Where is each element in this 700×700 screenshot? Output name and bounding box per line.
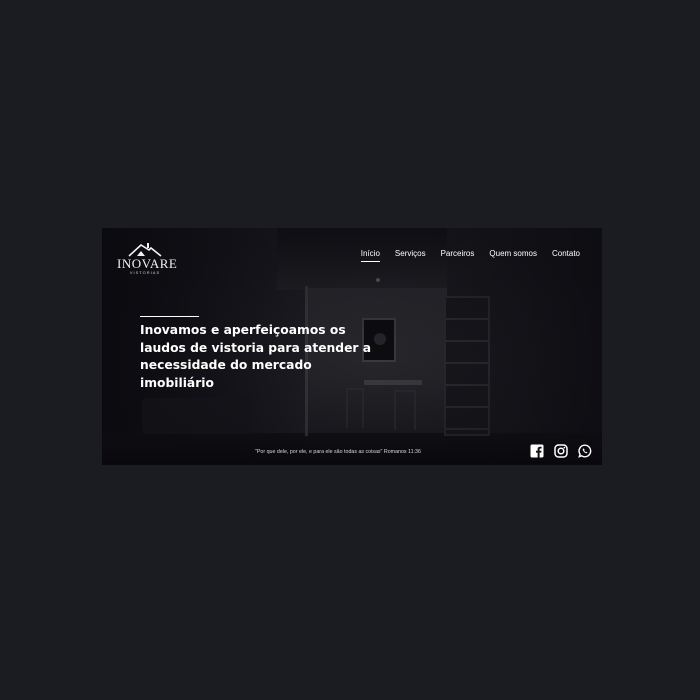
social-links bbox=[530, 444, 592, 458]
hero-divider bbox=[140, 316, 199, 317]
logo-subtitle: VISTORIAS bbox=[129, 270, 161, 275]
nav-item-servicos[interactable]: Serviços bbox=[395, 249, 426, 262]
logo[interactable]: INOVARE VISTORIAS bbox=[117, 242, 177, 275]
instagram-icon[interactable] bbox=[554, 444, 568, 458]
main-nav: Início Serviços Parceiros Quem somos Con… bbox=[360, 249, 580, 262]
nav-item-quem-somos[interactable]: Quem somos bbox=[489, 249, 537, 262]
nav-item-inicio[interactable]: Início bbox=[360, 249, 381, 262]
nav-item-contato[interactable]: Contato bbox=[552, 249, 580, 262]
nav-item-parceiros[interactable]: Parceiros bbox=[441, 249, 475, 262]
facebook-icon[interactable] bbox=[530, 444, 544, 458]
hero-title: Inovamos e aperfeiçoamos os laudos de vi… bbox=[140, 323, 372, 390]
whatsapp-icon[interactable] bbox=[578, 444, 592, 458]
bible-quote: "Por que dele, por ele, e para ele são t… bbox=[255, 449, 421, 455]
landing-page: INOVARE VISTORIAS Início Serviços Parcei… bbox=[102, 228, 602, 465]
